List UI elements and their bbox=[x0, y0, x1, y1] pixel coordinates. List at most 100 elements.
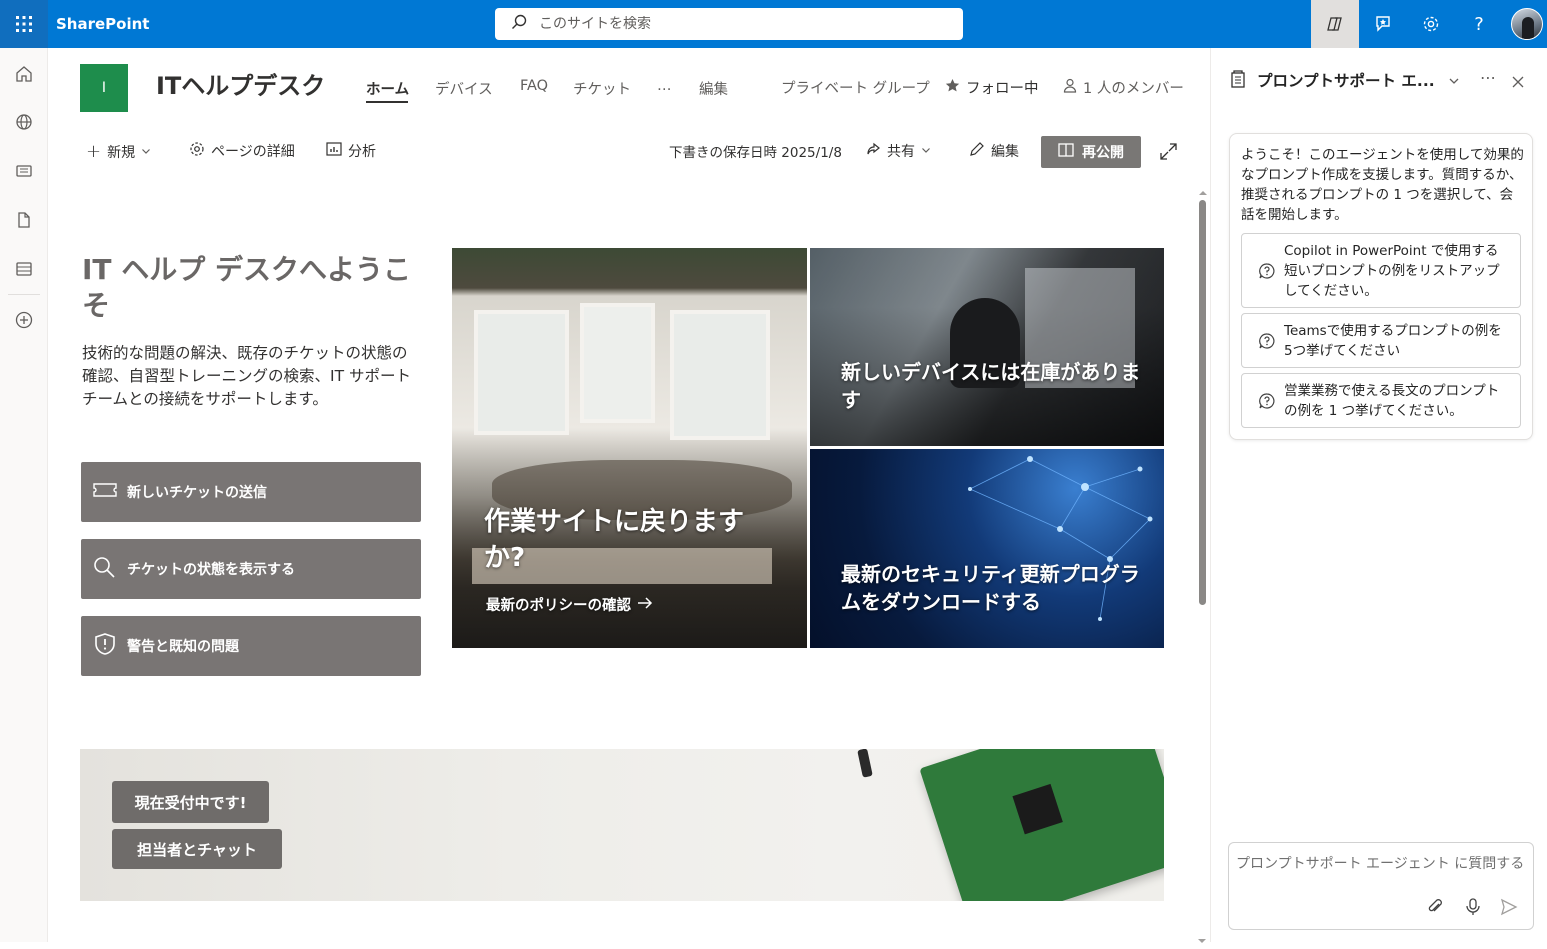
suggested-prompt-3-text: 営業業務で使える長文のプロンプトの例を 1 つ挙げてください。 bbox=[1284, 383, 1500, 419]
book-icon bbox=[1058, 143, 1074, 161]
members-label: 1 人のメンバー bbox=[1083, 81, 1184, 97]
scrollbar-thumb[interactable] bbox=[1199, 200, 1206, 605]
chevron-down-icon bbox=[921, 143, 931, 159]
alerts-button[interactable]: 警告と既知の問題 bbox=[81, 616, 421, 676]
suggested-prompt-1-text: Copilot in PowerPoint で使用する短いプロンプトの例をリスト… bbox=[1284, 243, 1500, 299]
search-icon bbox=[93, 556, 117, 582]
republish-label: 再公開 bbox=[1082, 145, 1124, 161]
gear-icon bbox=[189, 141, 205, 161]
chat-with-agent-button[interactable]: 担当者とチャット bbox=[112, 829, 282, 869]
chip-image bbox=[1012, 783, 1063, 835]
site-logo[interactable]: I bbox=[80, 64, 128, 112]
app-name[interactable]: SharePoint bbox=[56, 0, 149, 48]
hero-tile-security[interactable]: 最新のセキュリティ更新プログラムをダウンロードする bbox=[810, 449, 1164, 648]
copilot-icon[interactable] bbox=[1311, 0, 1359, 48]
welcome-description: 技術的な問題の解決、既存のチケットの状態の確認、自習型トレーニングの検索、IT … bbox=[82, 344, 411, 408]
scroll-up-icon[interactable] bbox=[1199, 182, 1207, 201]
nav-home[interactable]: ホーム bbox=[366, 78, 409, 99]
globe-icon[interactable] bbox=[0, 102, 48, 142]
more-options-icon[interactable]: ⋯ bbox=[1480, 68, 1496, 87]
analytics-icon bbox=[326, 141, 342, 161]
privacy-label: プライベート グループ bbox=[781, 81, 930, 97]
analytics-button[interactable]: 分析 bbox=[326, 141, 376, 161]
suggested-prompt-3[interactable]: 営業業務で使える長文のプロンプトの例を 1 つ挙げてください。 bbox=[1241, 373, 1521, 428]
page-details-button[interactable]: ページの詳細 bbox=[189, 141, 295, 161]
agent-title: プロンプトサポート エ... bbox=[1257, 72, 1435, 90]
accepting-status-button[interactable]: 現在受付中です! bbox=[112, 781, 269, 823]
nav-more[interactable]: … bbox=[657, 78, 672, 94]
scroll-down-icon[interactable] bbox=[1198, 930, 1206, 949]
shield-icon bbox=[93, 632, 117, 660]
nav-edit[interactable]: 編集 bbox=[699, 78, 728, 99]
add-icon: + bbox=[86, 141, 102, 162]
add-icon[interactable] bbox=[0, 300, 48, 340]
suggested-prompt-2-text: Teamsで使用するプロンプトの例を5つ挙げてください bbox=[1284, 323, 1502, 359]
ticket-status-button[interactable]: チケットの状態を表示する bbox=[81, 539, 421, 599]
hero-tile-return-to-office[interactable]: 作業サイトに戻りますか? 最新のポリシーの確認 bbox=[452, 248, 807, 648]
agent-intro-text: ようこそ！このエージェントを使用して効果的なプロンプト作成を支援します。質問する… bbox=[1241, 147, 1524, 223]
feedback-icon[interactable] bbox=[1359, 0, 1407, 48]
nav-selected-indicator bbox=[366, 101, 408, 103]
hero-tile-devices[interactable]: 新しいデバイスには在庫があります bbox=[810, 248, 1164, 446]
site-search-box[interactable] bbox=[495, 8, 963, 40]
new-ticket-button[interactable]: 新しいチケットの送信 bbox=[81, 462, 421, 522]
suggested-prompt-2[interactable]: Teamsで使用するプロンプトの例を5つ挙げてください bbox=[1241, 313, 1521, 368]
ticket-icon bbox=[93, 482, 117, 502]
new-button[interactable]: + 新規 bbox=[86, 141, 151, 162]
page-details-label: ページの詳細 bbox=[211, 144, 295, 160]
new-ticket-label: 新しいチケットの送信 bbox=[127, 485, 267, 501]
draft-saved-status: 下書きの保存日時 2025/1/8 bbox=[669, 145, 842, 161]
help-icon[interactable]: ? bbox=[1455, 0, 1503, 48]
suggested-prompt-1[interactable]: Copilot in PowerPoint で使用する短いプロンプトの例をリスト… bbox=[1241, 233, 1521, 308]
nav-tickets[interactable]: チケット bbox=[573, 78, 631, 99]
chevron-down-icon bbox=[141, 144, 151, 160]
edit-button[interactable]: 編集 bbox=[969, 141, 1019, 161]
agent-chat-input[interactable] bbox=[1236, 853, 1528, 893]
sharepoint-app-bar bbox=[0, 48, 48, 942]
hero-security-title: 最新のセキュリティ更新プログラムをダウンロードする bbox=[841, 562, 1140, 614]
chevron-down-icon[interactable] bbox=[1448, 72, 1460, 91]
news-icon[interactable] bbox=[0, 151, 48, 191]
close-icon[interactable] bbox=[1512, 73, 1524, 92]
prompt-icon bbox=[1258, 332, 1276, 354]
list-icon[interactable] bbox=[0, 249, 48, 289]
analytics-label: 分析 bbox=[348, 144, 376, 160]
microphone-icon[interactable] bbox=[1465, 898, 1481, 920]
hero-devices-title: 新しいデバイスには在庫があります bbox=[841, 360, 1141, 412]
nav-faq[interactable]: FAQ bbox=[520, 78, 548, 94]
share-icon bbox=[865, 141, 881, 161]
avatar[interactable] bbox=[1503, 0, 1547, 48]
site-title[interactable]: ITヘルプデスク bbox=[156, 66, 325, 101]
circuit-board-image bbox=[919, 749, 1164, 901]
prompt-icon bbox=[1258, 392, 1276, 414]
follow-button[interactable]: フォロー中 bbox=[945, 77, 1039, 98]
search-icon bbox=[511, 14, 527, 34]
share-label: 共有 bbox=[887, 144, 915, 160]
person-icon bbox=[1063, 78, 1077, 97]
prompt-icon bbox=[1258, 262, 1276, 284]
hero-main-link[interactable]: 最新のポリシーの確認 bbox=[486, 594, 653, 615]
edit-label: 編集 bbox=[991, 144, 1019, 160]
hero-main-link-label: 最新のポリシーの確認 bbox=[486, 598, 631, 614]
attach-icon[interactable] bbox=[1426, 898, 1444, 920]
search-input[interactable] bbox=[539, 16, 939, 32]
home-icon[interactable] bbox=[0, 54, 48, 94]
arrow-right-icon bbox=[637, 596, 653, 614]
page-scrollbar[interactable] bbox=[1197, 182, 1209, 942]
hero-main-title: 作業サイトに戻りますか? bbox=[484, 507, 745, 573]
share-button[interactable]: 共有 bbox=[865, 141, 931, 161]
republish-button[interactable]: 再公開 bbox=[1041, 136, 1141, 168]
gear-icon[interactable] bbox=[1407, 0, 1455, 48]
members-button[interactable]: 1 人のメンバー bbox=[1063, 77, 1184, 98]
send-icon[interactable] bbox=[1500, 898, 1518, 920]
ticket-status-label: チケットの状態を表示する bbox=[127, 562, 295, 578]
nav-devices[interactable]: デバイス bbox=[435, 78, 493, 99]
agent-chat-input-box[interactable] bbox=[1228, 842, 1534, 930]
agent-avatar-icon bbox=[1228, 69, 1248, 93]
file-icon[interactable] bbox=[0, 200, 48, 240]
app-launcher-icon[interactable] bbox=[0, 0, 48, 48]
rail-divider bbox=[8, 294, 40, 295]
component-image bbox=[857, 749, 873, 778]
pencil-icon bbox=[969, 141, 985, 161]
expand-icon[interactable] bbox=[1160, 143, 1177, 164]
